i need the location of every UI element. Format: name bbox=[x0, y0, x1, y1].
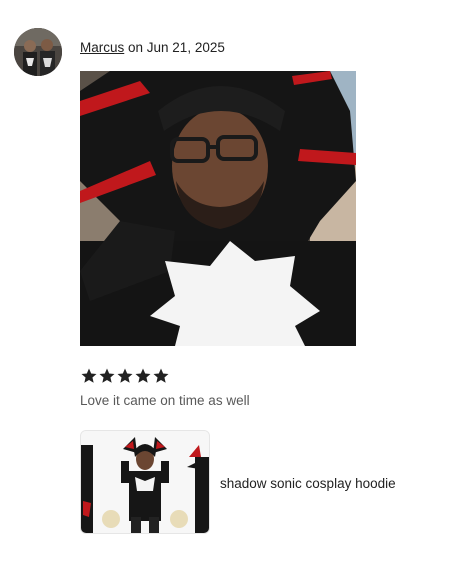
review-date: on Jun 21, 2025 bbox=[124, 40, 225, 55]
reviewer-line: Marcus on Jun 21, 2025 bbox=[80, 40, 225, 55]
product-thumbnail[interactable] bbox=[80, 430, 210, 534]
star-icon bbox=[81, 368, 97, 383]
product-image bbox=[81, 431, 209, 533]
product-title-link[interactable]: shadow sonic cosplay hoodie bbox=[220, 476, 396, 491]
reviewer-avatar[interactable] bbox=[14, 28, 62, 76]
star-icon bbox=[99, 368, 115, 383]
star-icon bbox=[117, 368, 133, 383]
review-photo[interactable] bbox=[80, 71, 356, 346]
review-text: Love it came on time as well bbox=[80, 393, 250, 408]
star-rating bbox=[80, 367, 170, 385]
reviewer-name-link[interactable]: Marcus bbox=[80, 40, 124, 55]
review-photo-image bbox=[80, 71, 356, 346]
star-icon bbox=[153, 368, 169, 383]
avatar-image bbox=[14, 28, 62, 76]
star-icon bbox=[135, 368, 151, 383]
